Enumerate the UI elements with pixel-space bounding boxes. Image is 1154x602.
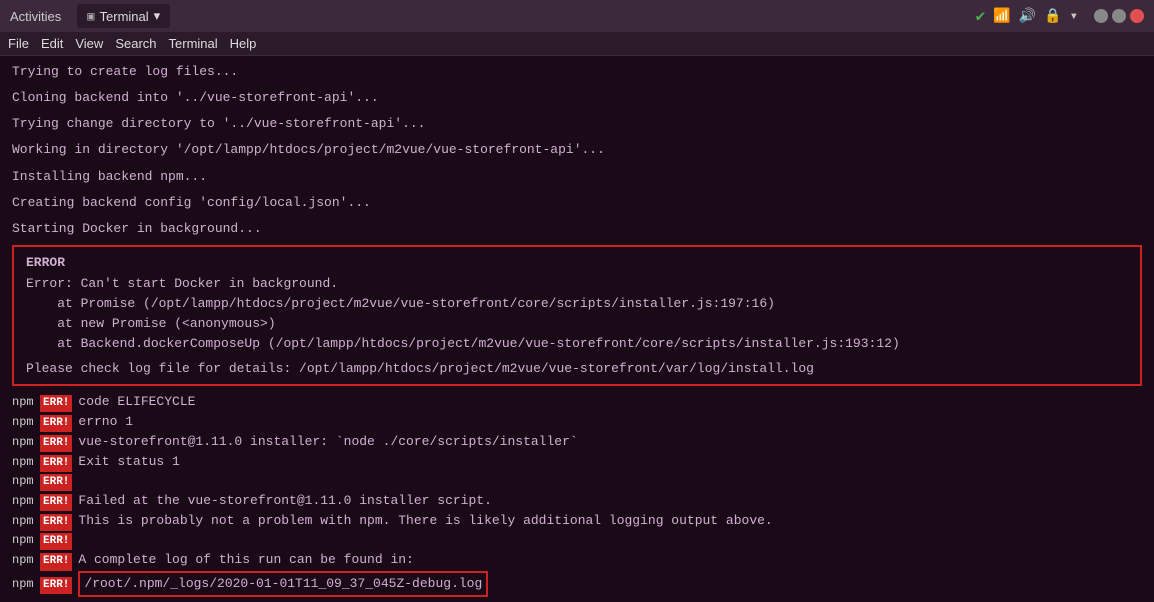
menu-file[interactable]: File [8, 36, 29, 51]
menu-edit[interactable]: Edit [41, 36, 63, 51]
npm-line-2: npm ERR! errno 1 [12, 412, 1142, 432]
titlebar-left: Activities ▣ Terminal ▾ [10, 4, 170, 28]
npm-err-badge: ERR! [40, 514, 72, 531]
terminal-tab-arrow: ▾ [154, 8, 161, 24]
line-6: Creating backend config 'config/local.js… [12, 193, 1142, 213]
error-box: ERROR Error: Can't start Docker in backg… [12, 245, 1142, 386]
npm-err-badge: ERR! [40, 395, 72, 412]
npm-err-badge: ERR! [40, 455, 72, 472]
terminal-output: Trying to create log files... Cloning ba… [0, 56, 1154, 602]
npm-label: npm [12, 472, 40, 491]
error-line-4: at Backend.dockerComposeUp (/opt/lampp/h… [26, 334, 1128, 354]
error-title: ERROR [26, 255, 1128, 270]
dropdown-icon: ▾ [1070, 8, 1078, 25]
npm-line-9: npm ERR! A complete log of this run can … [12, 550, 1142, 570]
npm-err-badge: ERR! [40, 553, 72, 570]
npm-text: vue-storefront@1.11.0 installer: `node .… [78, 432, 577, 452]
npm-label: npm [12, 531, 40, 550]
npm-text: A complete log of this run can be found … [78, 550, 413, 570]
npm-line-1: npm ERR! code ELIFECYCLE [12, 392, 1142, 412]
npm-text: Exit status 1 [78, 452, 179, 472]
npm-label: npm [12, 393, 40, 412]
npm-line-8: npm ERR! [12, 531, 1142, 550]
titlebar: Activities ▣ Terminal ▾ ✔ 📶 🔊 🔒 ▾ [0, 0, 1154, 32]
npm-line-10: npm ERR! /root/.npm/_logs/2020-01-01T11_… [12, 571, 1142, 597]
error-line-2: at Promise (/opt/lampp/htdocs/project/m2… [26, 294, 1128, 314]
status-ok-icon: ✔ [976, 6, 986, 26]
npm-line-3: npm ERR! vue-storefront@1.11.0 installer… [12, 432, 1142, 452]
terminal-tab-icon: ▣ [87, 9, 94, 24]
npm-label: npm [12, 413, 40, 432]
wifi-icon: 📶 [993, 8, 1010, 25]
terminal-tab-label: Terminal [100, 9, 149, 24]
npm-err-badge: ERR! [40, 533, 72, 550]
npm-err-badge: ERR! [40, 494, 72, 511]
activities-label[interactable]: Activities [10, 9, 61, 24]
npm-err-badge: ERR! [40, 415, 72, 432]
error-note: Please check log file for details: /opt/… [26, 361, 1128, 376]
line-3: Trying change directory to '../vue-store… [12, 114, 1142, 134]
titlebar-right: ✔ 📶 🔊 🔒 ▾ [976, 6, 1144, 26]
debug-log-text: /root/.npm/_logs/2020-01-01T11_09_37_045… [84, 576, 482, 591]
lock-icon: 🔒 [1044, 8, 1061, 25]
npm-label: npm [12, 433, 40, 452]
menu-view[interactable]: View [75, 36, 103, 51]
minimize-button[interactable] [1094, 9, 1108, 23]
line-2: Cloning backend into '../vue-storefront-… [12, 88, 1142, 108]
menu-help[interactable]: Help [230, 36, 257, 51]
npm-label: npm [12, 512, 40, 531]
line-4: Working in directory '/opt/lampp/htdocs/… [12, 140, 1142, 160]
line-7: Starting Docker in background... [12, 219, 1142, 239]
npm-text: code ELIFECYCLE [78, 392, 195, 412]
error-body: Error: Can't start Docker in background.… [26, 274, 1128, 355]
npm-text: Failed at the vue-storefront@1.11.0 inst… [78, 491, 491, 511]
npm-line-4: npm ERR! Exit status 1 [12, 452, 1142, 472]
line-1: Trying to create log files... [12, 62, 1142, 82]
window-controls [1094, 9, 1144, 23]
menu-terminal[interactable]: Terminal [169, 36, 218, 51]
npm-text: This is probably not a problem with npm.… [78, 511, 772, 531]
npm-label: npm [12, 575, 40, 594]
npm-text: errno 1 [78, 412, 133, 432]
npm-line-7: npm ERR! This is probably not a problem … [12, 511, 1142, 531]
npm-line-6: npm ERR! Failed at the vue-storefront@1.… [12, 491, 1142, 511]
maximize-button[interactable] [1112, 9, 1126, 23]
line-5: Installing backend npm... [12, 167, 1142, 187]
npm-err-badge: ERR! [40, 474, 72, 491]
npm-err-badge: ERR! [40, 435, 72, 452]
npm-text: /root/.npm/_logs/2020-01-01T11_09_37_045… [78, 571, 488, 597]
npm-label: npm [12, 453, 40, 472]
error-line-1: Error: Can't start Docker in background. [26, 274, 1128, 294]
npm-label: npm [12, 492, 40, 511]
npm-err-badge: ERR! [40, 577, 72, 594]
terminal-tab[interactable]: ▣ Terminal ▾ [77, 4, 170, 28]
npm-line-5: npm ERR! [12, 472, 1142, 491]
error-line-3: at new Promise (<anonymous>) [26, 314, 1128, 334]
npm-errors-section: npm ERR! code ELIFECYCLE npm ERR! errno … [12, 392, 1142, 597]
menubar: File Edit View Search Terminal Help [0, 32, 1154, 56]
npm-label: npm [12, 551, 40, 570]
debug-log-box: /root/.npm/_logs/2020-01-01T11_09_37_045… [78, 571, 488, 597]
volume-icon: 🔊 [1019, 8, 1036, 25]
close-button[interactable] [1130, 9, 1144, 23]
menu-search[interactable]: Search [115, 36, 156, 51]
